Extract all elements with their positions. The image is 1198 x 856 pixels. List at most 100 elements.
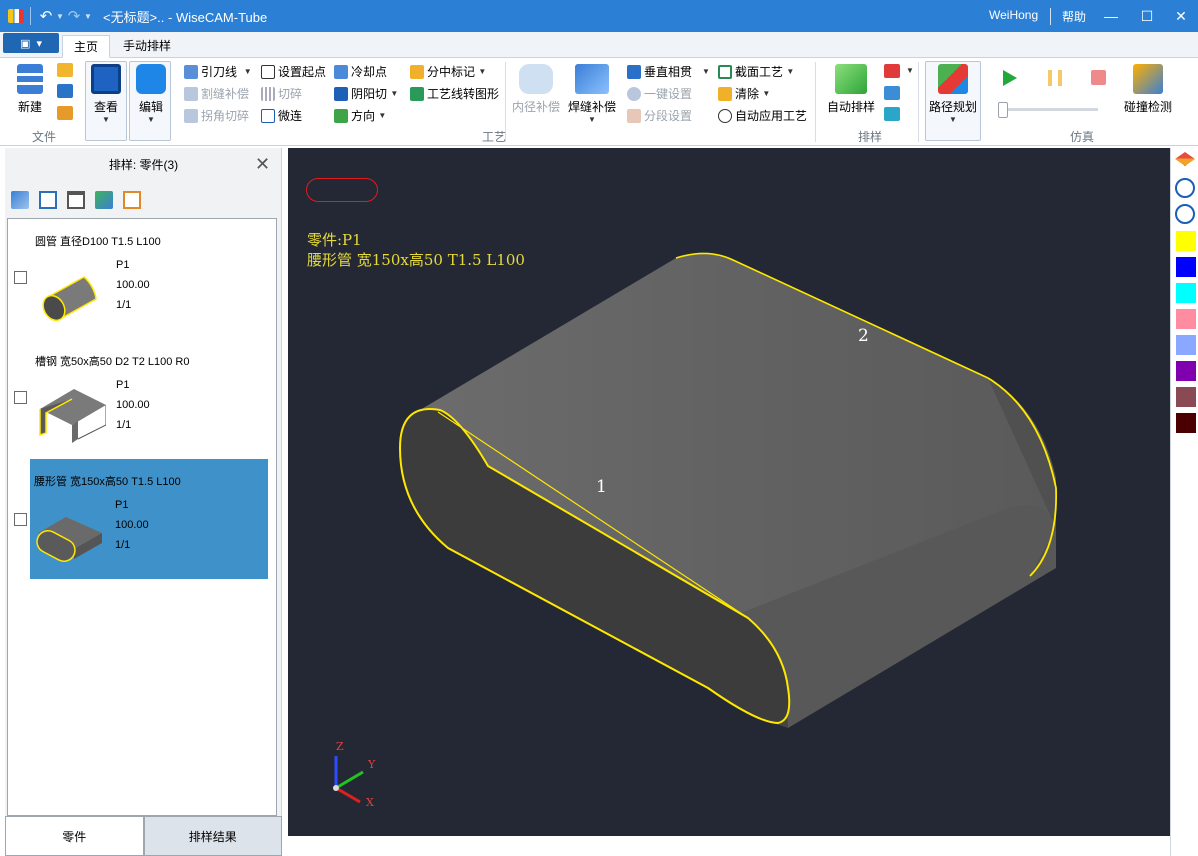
pause-icon[interactable] <box>1048 70 1062 86</box>
open-folder-icon[interactable] <box>57 63 73 77</box>
section-craft-button[interactable]: 截面工艺 ▼ <box>718 63 794 80</box>
close-icon[interactable]: ✕ <box>255 154 270 175</box>
tab-manual-nesting[interactable]: 手动排样 <box>112 35 182 58</box>
tab-parts[interactable]: 零件 <box>5 816 144 856</box>
one-key-set-button[interactable]: 一键设置 <box>627 85 692 102</box>
undo-dropdown-icon[interactable]: ▼ <box>55 12 65 21</box>
check-circle-icon[interactable] <box>1175 178 1195 198</box>
color-swatch-cyan[interactable] <box>1176 283 1196 303</box>
sim-speed-slider-handle[interactable] <box>998 102 1008 118</box>
segment-set-label: 分段设置 <box>644 109 693 123</box>
auto-nest-button[interactable]: 自动排样 <box>827 64 875 115</box>
part-checkbox[interactable] <box>14 391 27 404</box>
stop-icon[interactable] <box>1091 70 1106 85</box>
weld-comp-label: 焊缝补偿 <box>568 100 617 114</box>
color-swatch-light-blue[interactable] <box>1176 335 1196 355</box>
list-item-selected[interactable]: 腰形管 宽150x高50 T1.5 L100 P1 100.00 1/1 <box>30 459 268 579</box>
maximize-icon[interactable]: ☐ <box>1137 6 1157 26</box>
set-start-button[interactable]: 设置起点 <box>261 63 326 80</box>
list-item[interactable]: 圆管 直径D100 T1.5 L100 P1 100.00 1/1 <box>8 219 276 339</box>
group-label-file: 文件 <box>32 130 57 144</box>
check-all-icon[interactable] <box>39 191 57 209</box>
clear-button[interactable]: 清除 ▼ <box>718 85 770 102</box>
kerf-comp-button[interactable]: 割缝补偿 <box>184 85 249 102</box>
direction-button[interactable]: 方向 ▼ <box>334 107 386 124</box>
kerf-comp-label: 割缝补偿 <box>201 87 250 101</box>
waist-tube-thumbnail <box>36 517 102 562</box>
list-item[interactable]: 槽钢 宽50x高50 D2 T2 L100 R0 P1 100.00 1/1 <box>8 339 276 459</box>
craft-to-shape-button[interactable]: 工艺线转图形 <box>410 85 499 102</box>
seam-label-2: 2 <box>858 326 869 346</box>
user-name[interactable]: WeiHong <box>989 8 1038 22</box>
new-button[interactable]: 新建 <box>17 64 43 115</box>
title-bar: ↶ ▼ ↷ ▼ <无标题>.. - WiseCAM-Tube WeiHong 帮… <box>0 0 1198 32</box>
redo-dropdown-icon[interactable]: ▼ <box>83 12 93 21</box>
corner-cut-label: 拐角切碎 <box>201 109 250 123</box>
tab-nest-result[interactable]: 排样结果 <box>143 816 282 856</box>
help-menu[interactable]: 帮助 <box>1062 8 1086 25</box>
play-icon[interactable] <box>1003 70 1017 86</box>
parts-panel-tabs: 零件 排样结果 <box>5 816 282 856</box>
3d-viewport[interactable]: 零件:P1 腰形管 宽150x高50 T1.5 L100 1 2 Z Y X <box>288 148 1170 836</box>
auto-nest-icon <box>835 64 867 94</box>
micro-join-button[interactable]: 微连 <box>261 107 302 124</box>
one-key-set-icon <box>627 86 641 101</box>
center-mark-button[interactable]: 分中标记 ▼ <box>410 63 486 80</box>
vertical-pierce-icon <box>627 64 641 79</box>
redo-icon[interactable]: ↷ <box>65 7 83 25</box>
segment-set-button[interactable]: 分段设置 <box>627 107 692 124</box>
color-swatch-dark-red[interactable] <box>1176 413 1196 433</box>
color-swatch-yellow[interactable] <box>1176 231 1196 251</box>
inner-comp-button[interactable]: 内径补偿 <box>512 64 560 115</box>
save-icon[interactable] <box>57 84 73 98</box>
color-swatch-mauve[interactable] <box>1176 387 1196 407</box>
gear-icon <box>136 64 166 94</box>
part-checkbox[interactable] <box>14 271 27 284</box>
edit-label: 编辑 <box>138 100 163 114</box>
undo-icon[interactable]: ↶ <box>37 7 55 25</box>
edit-icon[interactable] <box>11 191 29 209</box>
import-icon[interactable] <box>57 106 73 120</box>
cut-break-button[interactable]: 切碎 <box>261 85 302 102</box>
close-icon[interactable]: ✕ <box>1171 6 1191 26</box>
chevron-down-icon: ▼ <box>478 67 487 76</box>
title-divider <box>1050 8 1051 25</box>
chevron-down-icon: ▼ <box>786 67 795 76</box>
nest-list-icon[interactable] <box>884 86 900 100</box>
parts-list: 圆管 直径D100 T1.5 L100 P1 100.00 1/1 槽钢 宽50… <box>7 218 277 816</box>
micro-join-icon <box>261 108 275 123</box>
delete-icon[interactable] <box>67 191 85 209</box>
part-count: 1/1 <box>116 299 132 311</box>
copy-icon[interactable] <box>95 191 113 209</box>
part-checkbox[interactable] <box>14 513 27 526</box>
layers-icon[interactable] <box>1175 152 1195 166</box>
app-menu-button[interactable]: ▣ ▾ <box>3 33 59 53</box>
inner-comp-label: 内径补偿 <box>512 100 561 114</box>
auto-apply-button[interactable]: 自动应用工艺 <box>718 107 807 124</box>
axis-y-label: Y <box>367 758 376 771</box>
swap-icon[interactable] <box>884 64 900 78</box>
weld-comp-button[interactable]: 焊缝补偿 ▼ <box>568 64 616 124</box>
chevron-down-icon[interactable]: ▼ <box>906 66 914 75</box>
cool-point-button[interactable]: 冷却点 <box>334 63 387 80</box>
segment-set-icon <box>627 108 641 123</box>
vertical-pierce-button[interactable]: 垂直相贯 ▼ <box>627 63 710 80</box>
tab-home[interactable]: 主页 <box>62 35 111 58</box>
nest-layers-icon[interactable] <box>884 107 900 121</box>
cancel-circle-icon[interactable] <box>1175 204 1195 224</box>
color-swatch-pink[interactable] <box>1176 309 1196 329</box>
corner-cut-button[interactable]: 拐角切碎 <box>184 107 249 124</box>
lead-line-button[interactable]: 引刀线 ▼ <box>184 63 252 80</box>
parts-toolbar <box>11 191 141 209</box>
yin-yang-cut-button[interactable]: 阴阳切 ▼ <box>334 85 398 102</box>
color-swatch-blue[interactable] <box>1176 257 1196 277</box>
kerf-comp-icon <box>184 86 198 101</box>
collision-button[interactable]: 碰撞检测 <box>1124 64 1172 115</box>
chevron-down-icon: ▼ <box>147 115 155 124</box>
sim-speed-slider-track[interactable] <box>998 108 1098 111</box>
color-swatch-purple[interactable] <box>1176 361 1196 381</box>
minimize-icon[interactable]: — <box>1101 6 1121 26</box>
arrange-icon[interactable] <box>123 191 141 209</box>
chevron-down-icon: ▼ <box>949 115 957 124</box>
set-start-label: 设置起点 <box>278 65 327 79</box>
